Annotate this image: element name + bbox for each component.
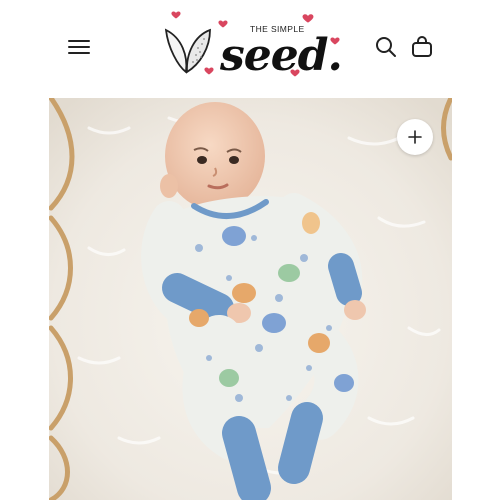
- plus-icon: [408, 130, 422, 144]
- menu-line: [68, 40, 90, 42]
- baby-photo: [49, 98, 452, 500]
- search-icon[interactable]: [373, 34, 399, 60]
- site-logo[interactable]: THE SIMPLE seed.: [160, 8, 345, 86]
- zoom-button[interactable]: [397, 119, 433, 155]
- product-image[interactable]: [49, 98, 452, 500]
- shopping-bag-icon[interactable]: [409, 34, 435, 60]
- menu-line: [68, 46, 90, 48]
- menu-line: [68, 52, 90, 54]
- logo-wordmark: seed.: [220, 30, 343, 81]
- site-header: THE SIMPLE seed.: [0, 0, 500, 98]
- hamburger-menu-icon[interactable]: [66, 37, 92, 57]
